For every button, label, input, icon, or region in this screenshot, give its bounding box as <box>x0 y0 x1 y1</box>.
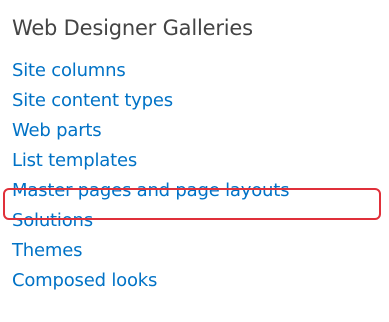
list-item: Site content types <box>12 88 289 118</box>
section-heading: Web Designer Galleries <box>12 16 253 40</box>
site-content-types-link[interactable]: Site content types <box>12 90 173 111</box>
list-item: Site columns <box>12 58 289 88</box>
list-item: List templates <box>12 148 289 178</box>
web-designer-galleries-section: Web Designer Galleries Site columns Site… <box>0 0 389 322</box>
list-item: Composed looks <box>12 268 289 298</box>
list-item: Themes <box>12 238 289 268</box>
themes-link[interactable]: Themes <box>12 240 82 261</box>
site-columns-link[interactable]: Site columns <box>12 60 126 81</box>
list-item: Master pages and page layouts <box>12 178 289 208</box>
solutions-link[interactable]: Solutions <box>12 210 93 231</box>
list-templates-link[interactable]: List templates <box>12 150 137 171</box>
web-parts-link[interactable]: Web parts <box>12 120 102 141</box>
list-item: Web parts <box>12 118 289 148</box>
composed-looks-link[interactable]: Composed looks <box>12 270 157 291</box>
master-pages-and-page-layouts-link[interactable]: Master pages and page layouts <box>12 180 289 201</box>
gallery-link-list: Site columns Site content types Web part… <box>12 58 289 298</box>
list-item: Solutions <box>12 208 289 238</box>
